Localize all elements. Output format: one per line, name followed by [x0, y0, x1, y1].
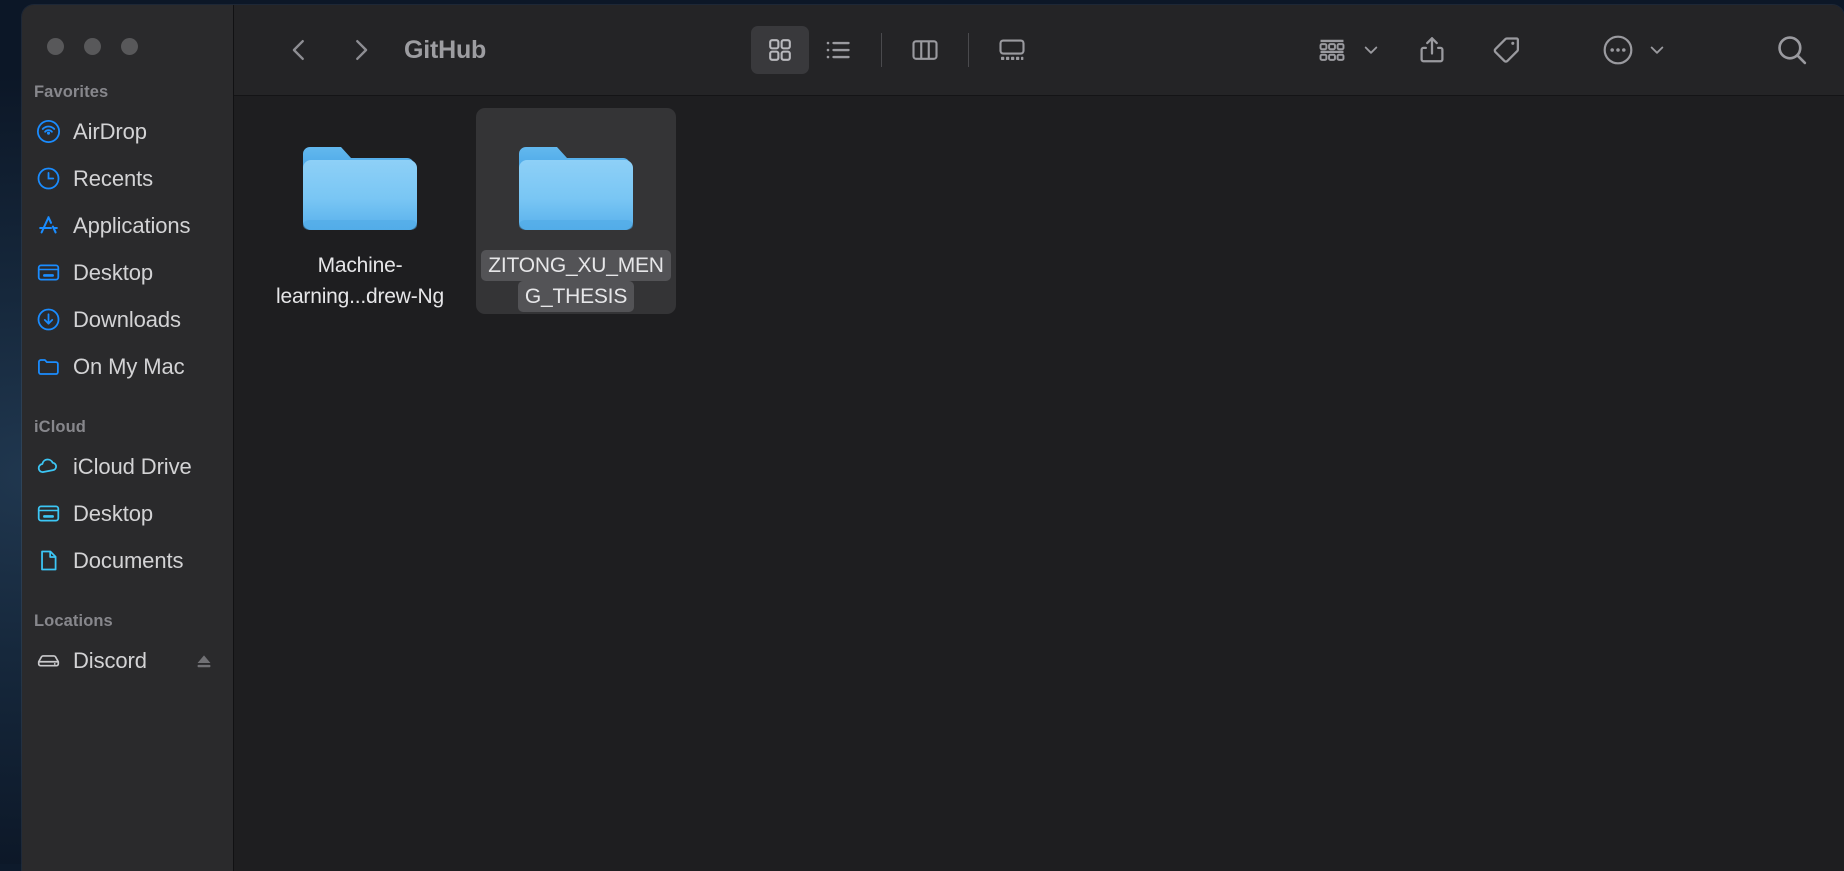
sidebar-item-airdrop[interactable]: AirDrop: [22, 108, 233, 155]
sidebar-item-on-my-mac[interactable]: On My Mac: [22, 343, 233, 390]
folder-icon: [287, 114, 433, 238]
file-name-line: ZITONG_XU_MEN: [481, 250, 671, 281]
group-by-button[interactable]: [1306, 26, 1358, 74]
chevron-down-icon[interactable]: [1644, 26, 1670, 74]
file-name: ZITONG_XU_MEN G_THESIS: [481, 250, 671, 312]
sidebar-item-label: Documents: [73, 548, 183, 574]
sidebar-group-title: iCloud: [22, 418, 233, 443]
file-item[interactable]: Machine- learning...drew-Ng: [260, 108, 460, 312]
sidebar-item-label: Discord: [73, 648, 147, 674]
forward-button[interactable]: [338, 27, 384, 73]
share-button[interactable]: [1406, 26, 1458, 74]
sidebar-item-label: Downloads: [73, 307, 181, 333]
sidebar-group-icloud: iCloud iCloud Drive Desktop: [22, 418, 233, 584]
airdrop-icon: [36, 119, 61, 144]
clock-icon: [36, 166, 61, 191]
sidebar-item-recents[interactable]: Recents: [22, 155, 233, 202]
sidebar-item-label: iCloud Drive: [73, 454, 192, 480]
desktop-icon: [36, 501, 61, 526]
file-grid: Machine- learning...drew-Ng: [260, 108, 1844, 314]
sidebar-item-label: Desktop: [73, 260, 153, 286]
sidebar-item-label: AirDrop: [73, 119, 147, 145]
chevron-down-icon[interactable]: [1358, 26, 1384, 74]
desktop-icon: [36, 260, 61, 285]
sidebar: Favorites AirDrop: [22, 5, 234, 871]
view-mode-group: [751, 26, 1041, 74]
list-view-button[interactable]: [809, 26, 867, 74]
document-icon: [36, 548, 61, 573]
column-view-button[interactable]: [896, 26, 954, 74]
sidebar-group-favorites: Favorites AirDrop: [22, 83, 233, 390]
file-name-line: Machine-: [311, 250, 410, 281]
applications-icon: [36, 213, 61, 238]
toolbar-actions: [1306, 26, 1844, 74]
folder-icon: [36, 354, 61, 379]
search-button[interactable]: [1766, 26, 1818, 74]
file-name-line: learning...drew-Ng: [269, 281, 451, 312]
sidebar-item-label: Applications: [73, 213, 190, 239]
finder-window: Favorites AirDrop: [22, 5, 1844, 871]
sidebar-item-downloads[interactable]: Downloads: [22, 296, 233, 343]
sidebar-item-discord[interactable]: Discord: [22, 637, 233, 684]
more-actions-button[interactable]: [1592, 26, 1644, 74]
sidebar-item-label: Desktop: [73, 501, 153, 527]
file-item[interactable]: ZITONG_XU_MEN G_THESIS: [476, 108, 676, 314]
toolbar-divider: [968, 33, 969, 67]
sidebar-item-icloud-desktop[interactable]: Desktop: [22, 490, 233, 537]
file-name-line: G_THESIS: [518, 281, 634, 312]
minimize-button[interactable]: [84, 38, 101, 55]
sidebar-item-applications[interactable]: Applications: [22, 202, 233, 249]
gallery-view-button[interactable]: [983, 26, 1041, 74]
sidebar-item-documents[interactable]: Documents: [22, 537, 233, 584]
toolbar-divider: [881, 33, 882, 67]
folder-icon: [503, 114, 649, 238]
page-title: GitHub: [404, 36, 486, 65]
back-button[interactable]: [276, 27, 322, 73]
eject-icon[interactable]: [193, 650, 215, 677]
traffic-lights: [47, 38, 138, 55]
sidebar-group-title: Locations: [22, 612, 233, 637]
cloud-icon: [36, 454, 61, 479]
sidebar-group-locations: Locations Discord: [22, 612, 233, 684]
sidebar-item-label: On My Mac: [73, 354, 185, 380]
file-grid-area[interactable]: Machine- learning...drew-Ng: [234, 96, 1844, 871]
icon-view-button[interactable]: [751, 26, 809, 74]
sidebar-item-label: Recents: [73, 166, 153, 192]
close-button[interactable]: [47, 38, 64, 55]
sidebar-item-icloud-drive[interactable]: iCloud Drive: [22, 443, 233, 490]
zoom-button[interactable]: [121, 38, 138, 55]
toolbar: GitHub: [234, 5, 1844, 96]
sidebar-group-title: Favorites: [22, 83, 233, 108]
tag-button[interactable]: [1480, 26, 1532, 74]
sidebar-item-desktop[interactable]: Desktop: [22, 249, 233, 296]
file-name: Machine- learning...drew-Ng: [269, 250, 451, 312]
disk-icon: [36, 648, 61, 673]
downloads-icon: [36, 307, 61, 332]
